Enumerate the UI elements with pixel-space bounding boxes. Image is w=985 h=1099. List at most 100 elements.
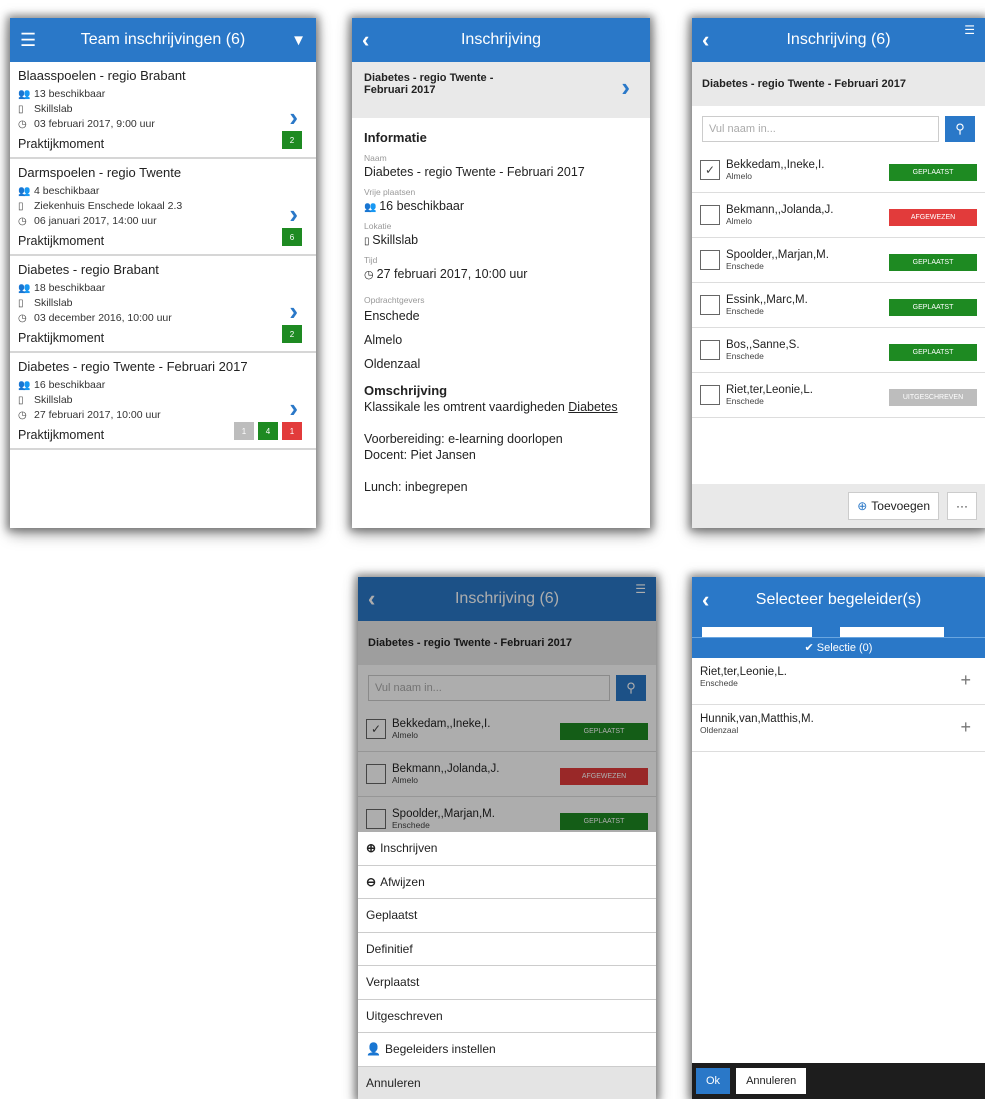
participant-text: Bekkedam,,Ineke,I. Almelo: [726, 159, 824, 181]
status-badge: GEPLAATST: [889, 164, 977, 181]
search-input[interactable]: [702, 627, 812, 637]
status-badge: 2: [282, 131, 302, 149]
building-icon: ▯: [18, 297, 24, 309]
action-item[interactable]: Definitief: [358, 933, 656, 966]
card-title: Diabetes - regio Twente - Februari 2017: [18, 359, 248, 374]
chevron-right-icon[interactable]: ›: [289, 393, 298, 424]
action-label: Geplaatst: [366, 908, 418, 923]
status-badge: AFGEWEZEN: [889, 209, 977, 226]
chevron-right-icon[interactable]: ›: [289, 199, 298, 230]
header: ☰ Team inschrijvingen (6) ▼: [10, 18, 316, 62]
more-button[interactable]: ···: [947, 492, 977, 520]
checkbox[interactable]: [700, 385, 720, 405]
enrollment-card[interactable]: Diabetes - regio Brabant 👥 18 beschikbaar ▯…: [10, 256, 316, 353]
search-icon[interactable]: ⚲: [945, 116, 975, 142]
card-time: ◷ 03 februari 2017, 9:00 uur: [18, 118, 308, 130]
back-icon[interactable]: ‹: [702, 577, 709, 623]
participant-name: Bekmann,,Jolanda,J.: [726, 204, 834, 216]
participant-name: Bekkedam,,Ineke,I.: [726, 159, 825, 171]
clock-icon: ◷: [18, 215, 27, 227]
participant-text: Bos,,Sanne,S. Enschede: [726, 339, 800, 361]
checkbox[interactable]: [700, 250, 720, 270]
preparation: Voorbereiding: e-learning doorlopen: [364, 432, 563, 446]
card-time: ◷ 03 december 2016, 10:00 uur: [18, 312, 308, 324]
enrollment-card[interactable]: Diabetes - regio Twente - Februari 2017 👥…: [10, 353, 316, 450]
page-title: Inschrijving: [460, 31, 542, 48]
guide-row[interactable]: Hunnik,van,Matthis,M. Oldenzaal +: [692, 705, 985, 752]
page-title: Team inschrijvingen (6): [80, 31, 246, 48]
diabetes-link[interactable]: Diabetes: [568, 400, 617, 414]
user-icon: 👤: [366, 1042, 381, 1057]
participant-city: Enschede: [726, 261, 764, 271]
enrollment-card[interactable]: Blaasspoelen - regio Brabant 👥 13 beschikb…: [10, 62, 316, 159]
plus-icon[interactable]: +: [960, 670, 971, 691]
action-item[interactable]: Uitgeschreven: [358, 1000, 656, 1033]
action-item[interactable]: ⊖ Afwijzen: [358, 866, 656, 899]
card-time-value: 06 januari 2017, 14:00 uur: [34, 215, 157, 227]
participant-row[interactable]: Bekmann,,Jolanda,J. Almelo AFGEWEZEN: [692, 193, 985, 238]
page-title: Selecteer begeleider(s): [755, 591, 922, 608]
card-location-value: Skillslab: [34, 103, 73, 115]
status-badge: GEPLAATST: [889, 254, 977, 271]
enrollment-list: Blaasspoelen - regio Brabant 👥 13 beschikb…: [10, 62, 316, 450]
checkbox[interactable]: [700, 295, 720, 315]
guide-row[interactable]: Riet,ter,Leonie,L. Enschede +: [692, 658, 985, 705]
participant-name: Essink,,Marc,M.: [726, 294, 808, 306]
card-available: 👥 16 beschikbaar: [18, 379, 308, 391]
card-location-value: Ziekenhuis Enschede lokaal 2.3: [34, 200, 183, 212]
action-label: Uitgeschreven: [366, 1008, 443, 1023]
chevron-right-icon[interactable]: ›: [289, 102, 298, 133]
back-icon[interactable]: ‹: [362, 18, 369, 62]
course-subheader: Diabetes - regio Twente - Februari 2017: [692, 62, 985, 106]
building-icon: ▯: [18, 394, 24, 406]
checkbox[interactable]: [700, 205, 720, 225]
checkbox[interactable]: ✓: [700, 160, 720, 180]
action-item[interactable]: ⊕ Inschrijven: [358, 832, 656, 866]
chevron-right-icon[interactable]: ›: [289, 296, 298, 327]
card-title: Darmspoelen - regio Twente: [18, 165, 182, 180]
action-item[interactable]: Verplaatst: [358, 966, 656, 1000]
participant-name: Riet,ter,Leonie,L.: [726, 384, 813, 396]
ok-button[interactable]: Ok: [696, 1068, 731, 1094]
list-icon[interactable]: ☰: [964, 18, 975, 52]
plus-circle-icon: ⊕: [366, 841, 377, 856]
participant-list: ✓ Bekkedam,,Ineke,I. Almelo GEPLAATST Bekman…: [692, 148, 985, 418]
participant-row[interactable]: Essink,,Marc,M. Enschede GEPLAATST: [692, 283, 985, 328]
cancel-button[interactable]: Annuleren: [736, 1068, 807, 1094]
lunch: Lunch: inbegrepen: [364, 480, 468, 494]
clock-icon: ◷: [364, 269, 377, 281]
menu-icon[interactable]: ☰: [20, 18, 36, 62]
screen-inschrijving-list: ‹ Inschrijving (6) ☰ Diabetes - regio Tw…: [692, 18, 985, 528]
participant-row[interactable]: Riet,ter,Leonie,L. Enschede UITGESCHREVEN: [692, 373, 985, 418]
chevron-right-icon[interactable]: ›: [621, 72, 630, 103]
back-icon[interactable]: ‹: [702, 18, 709, 62]
action-item[interactable]: Geplaatst: [358, 899, 656, 933]
guide-city: Enschede: [700, 678, 738, 688]
footer-bar: ⊕ Toevoegen ···: [692, 484, 985, 528]
action-item[interactable]: Annuleren: [358, 1066, 656, 1099]
search-input[interactable]: Vul naam in...: [702, 116, 939, 142]
status-badge: 1: [282, 422, 302, 440]
plus-icon[interactable]: +: [960, 717, 971, 738]
status-badge: 1: [234, 422, 254, 440]
participant-row[interactable]: Spoolder,,Marjan,M. Enschede GEPLAATST: [692, 238, 985, 283]
card-time: ◷ 27 februari 2017, 10:00 uur: [18, 409, 308, 421]
client-item: Almelo: [364, 333, 403, 347]
clock-icon: ◷: [18, 118, 27, 130]
enrollment-card[interactable]: Darmspoelen - regio Twente 👥 4 beschikbaar…: [10, 159, 316, 256]
add-button[interactable]: ⊕ Toevoegen: [848, 492, 939, 520]
checkbox[interactable]: [700, 340, 720, 360]
card-location-value: Skillslab: [34, 297, 73, 309]
filter-input[interactable]: [840, 627, 944, 637]
filter-icon[interactable]: ▼: [291, 18, 306, 62]
users-icon: 👥: [18, 282, 31, 294]
card-title: Blaasspoelen - regio Brabant: [18, 68, 186, 83]
participant-row[interactable]: Bos,,Sanne,S. Enschede GEPLAATST: [692, 328, 985, 373]
course-subheader[interactable]: Diabetes - regio Twente - Februari 2017 …: [352, 62, 650, 118]
card-type: Praktijkmoment: [18, 331, 105, 345]
selection-bar[interactable]: ✔ Selectie (0): [692, 637, 985, 658]
action-item[interactable]: 👤 Begeleiders instellen: [358, 1033, 656, 1067]
participant-row[interactable]: ✓ Bekkedam,,Ineke,I. Almelo GEPLAATST: [692, 148, 985, 193]
search-strip: [692, 623, 985, 637]
label-vrije-plaatsen: Vrije plaatsen: [364, 187, 416, 197]
